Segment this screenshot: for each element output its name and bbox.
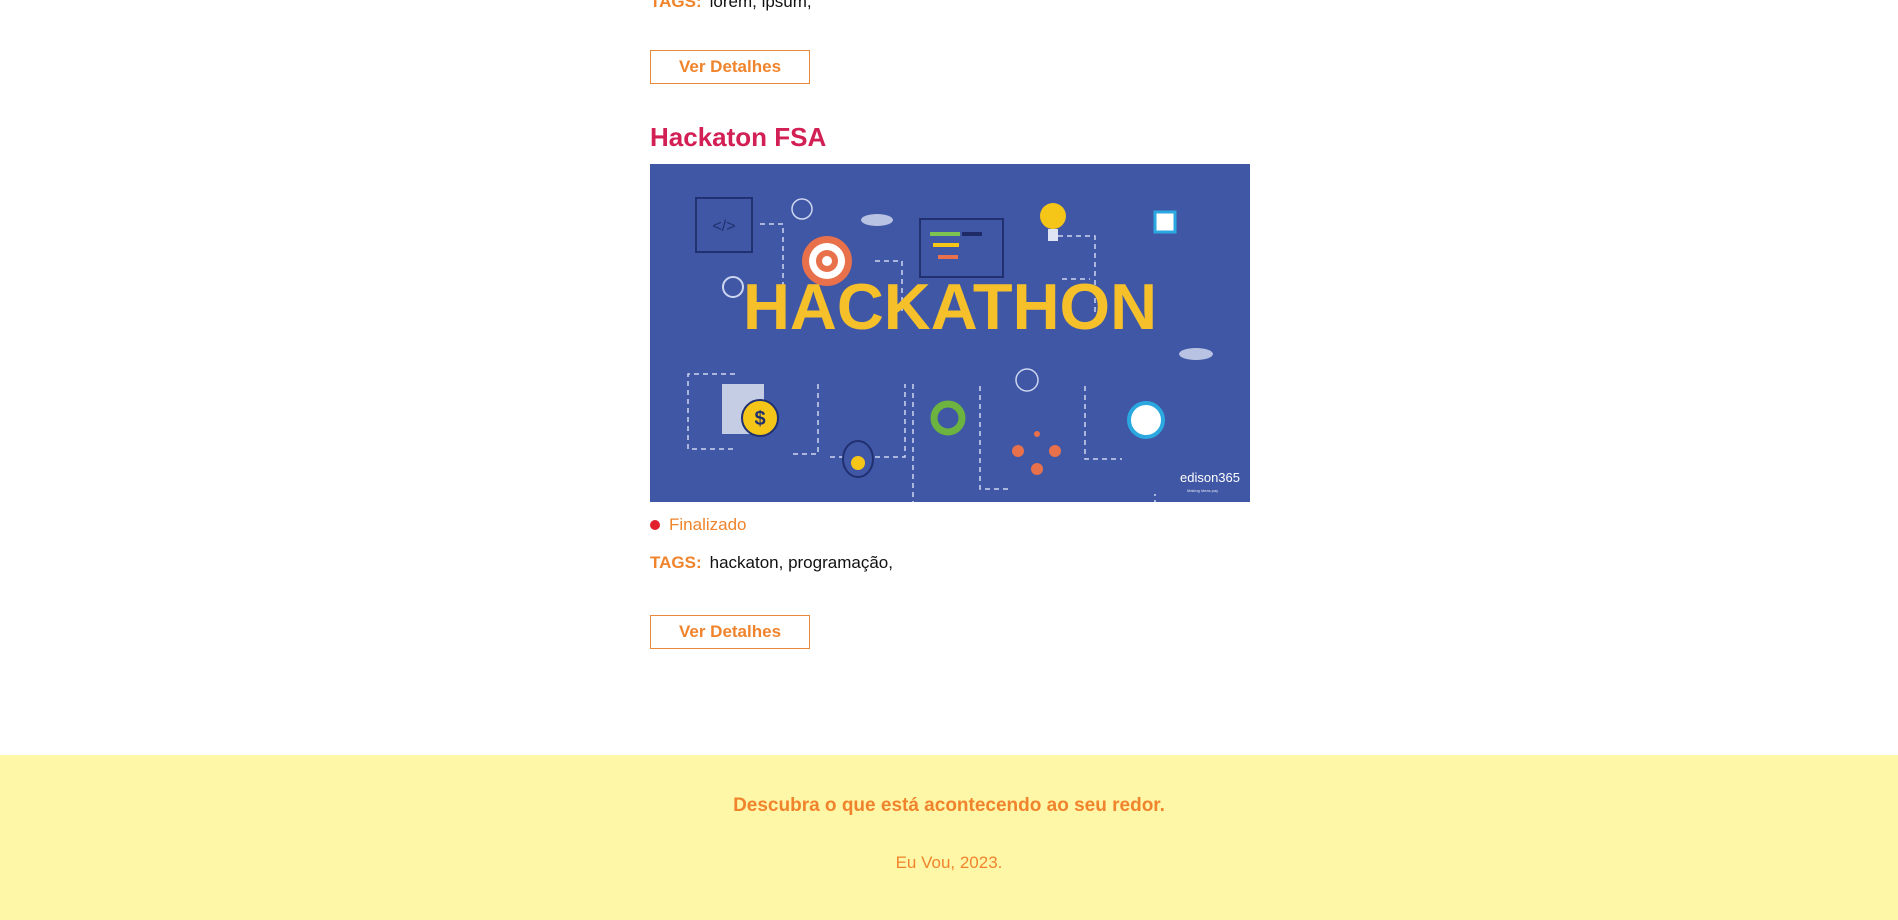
status-label: Finalizado xyxy=(669,515,747,534)
status-dot-icon xyxy=(650,520,660,530)
tags-value: hackaton, programação, xyxy=(709,553,893,572)
svg-text:</>: </> xyxy=(712,218,735,235)
event-title: Hackaton FSA xyxy=(650,122,827,152)
tags-value: lorem, ipsum, xyxy=(709,0,812,11)
banner-heading: HACKATHON xyxy=(743,270,1157,343)
footer: Descubra o que está acontecendo ao seu r… xyxy=(0,755,1898,920)
tags-label: TAGS: xyxy=(650,0,702,11)
prev-event-details-button[interactable]: Ver Detalhes xyxy=(650,50,810,84)
event-details-button[interactable]: Ver Detalhes xyxy=(650,615,810,649)
prev-event-tags: TAGS: lorem, ipsum, xyxy=(650,0,812,12)
footer-tagline: Descubra o que está acontecendo ao seu r… xyxy=(733,795,1165,816)
event-status: Finalizado xyxy=(650,515,747,535)
banner-brand: edison365 xyxy=(1180,470,1240,485)
hackathon-banner-image: </> HACKATHON $ edison365 Making ideas p… xyxy=(650,164,1250,502)
svg-text:$: $ xyxy=(754,408,765,430)
banner-tagline: Making ideas pay xyxy=(1187,488,1218,493)
event-tags: TAGS: hackaton, programação, xyxy=(650,553,893,573)
tags-label: TAGS: xyxy=(650,553,702,572)
footer-copyright: Eu Vou, 2023. xyxy=(895,853,1003,872)
